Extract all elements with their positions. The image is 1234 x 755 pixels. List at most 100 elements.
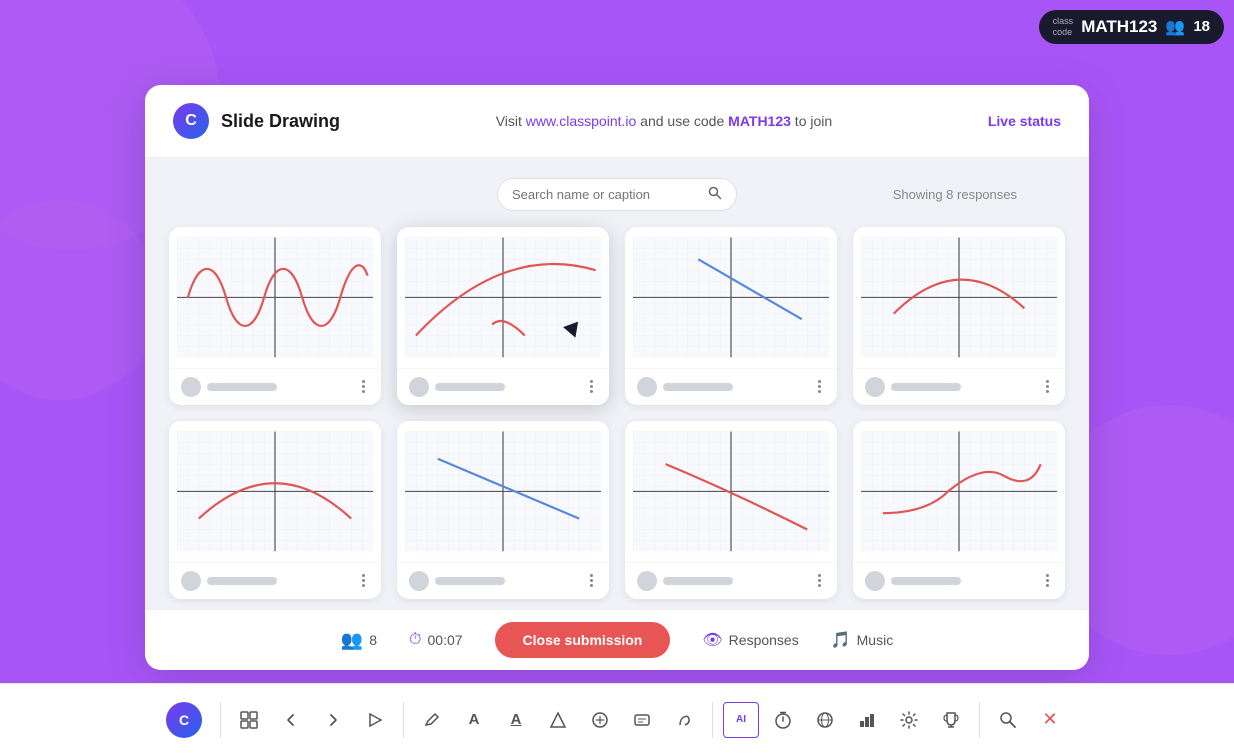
responses-button[interactable]: 👁 Responses: [702, 630, 798, 650]
main-container: C Slide Drawing Visit www.classpoint.io …: [145, 85, 1089, 670]
toolbar-play-icon[interactable]: [357, 702, 393, 738]
avatar-6: [409, 571, 429, 591]
toolbar-divider-3: [712, 702, 713, 738]
card-graph-2: [397, 227, 609, 368]
card-graph-3: [625, 227, 837, 368]
avatar-5: [181, 571, 201, 591]
class-code-bar: classcode MATH123 👥 18: [1039, 10, 1224, 44]
classpoint-url[interactable]: www.classpoint.io: [526, 113, 637, 129]
toolbar-close-icon[interactable]: ✕: [1032, 702, 1068, 738]
avatar-3: [637, 377, 657, 397]
class-code-label: classcode: [1053, 16, 1074, 38]
participant-count-topbar: 18: [1193, 18, 1210, 35]
card-info-8: [865, 571, 961, 591]
toolbar-back-icon[interactable]: [273, 702, 309, 738]
response-card-6[interactable]: [397, 421, 609, 599]
card-graph-1: [169, 227, 381, 368]
toolbar-settings-icon[interactable]: [891, 702, 927, 738]
toolbar-shape-icon[interactable]: [540, 702, 576, 738]
music-button[interactable]: 🎵 Music: [831, 630, 893, 650]
toolbar-forward-icon[interactable]: [315, 702, 351, 738]
toolbar-text-underline-icon[interactable]: A: [498, 702, 534, 738]
toolbar-grid-icon[interactable]: [231, 702, 267, 738]
use-code-text: and use code: [636, 113, 728, 129]
response-card-7[interactable]: [625, 421, 837, 599]
card-info-5: [181, 571, 277, 591]
toolbar-chart-icon[interactable]: [849, 702, 885, 738]
toolbar-timer-icon[interactable]: [765, 702, 801, 738]
card-graph-8: [853, 421, 1065, 562]
toolbar-divider-1: [220, 702, 221, 738]
header: C Slide Drawing Visit www.classpoint.io …: [145, 85, 1089, 158]
visit-text: Visit: [496, 113, 526, 129]
toolbar-gesture-icon[interactable]: [666, 702, 702, 738]
toolbar-ai-icon[interactable]: AI: [723, 702, 759, 738]
name-placeholder-3: [663, 383, 733, 391]
toolbar-pen-icon[interactable]: [414, 702, 450, 738]
toolbar-logo[interactable]: C: [166, 702, 202, 738]
name-placeholder-1: [207, 383, 277, 391]
participants-icon: 👥: [341, 630, 363, 651]
toolbar-text2-icon[interactable]: [624, 702, 660, 738]
toolbar-trophy-icon[interactable]: [933, 702, 969, 738]
more-button-5[interactable]: [358, 572, 369, 589]
avatar-4: [865, 377, 885, 397]
card-info-4: [865, 377, 961, 397]
more-button-3[interactable]: [814, 378, 825, 395]
toolbar-divider-2: [403, 702, 404, 738]
avatar-1: [181, 377, 201, 397]
timer-icon: ⏱: [409, 631, 421, 649]
action-bar: 👥 8 ⏱ 00:07 Close submission 👁 Responses…: [145, 609, 1089, 670]
avatar-8: [865, 571, 885, 591]
response-card-1[interactable]: [169, 227, 381, 405]
name-placeholder-2: [435, 383, 505, 391]
responses-icon: 👁: [702, 630, 722, 650]
app-title: Slide Drawing: [221, 111, 340, 132]
toolbar-search-icon[interactable]: [990, 702, 1026, 738]
response-card-8[interactable]: [853, 421, 1065, 599]
more-button-8[interactable]: [1042, 572, 1053, 589]
bottom-toolbar: C A A AI: [0, 683, 1234, 755]
card-info-6: [409, 571, 505, 591]
card-info-1: [181, 377, 277, 397]
search-box[interactable]: [497, 178, 737, 211]
more-button-2[interactable]: [586, 378, 597, 395]
more-button-7[interactable]: [814, 572, 825, 589]
live-status-button[interactable]: Live status: [988, 113, 1061, 129]
card-footer-2: [397, 368, 609, 405]
name-placeholder-5: [207, 577, 277, 585]
card-info-7: [637, 571, 733, 591]
card-footer-4: [853, 368, 1065, 405]
responses-label: Responses: [729, 632, 799, 648]
app-logo: C: [173, 103, 209, 139]
card-graph-4: [853, 227, 1065, 368]
card-graph-6: [397, 421, 609, 562]
timer-display: ⏱ 00:07: [409, 631, 463, 649]
toolbar-text-icon[interactable]: A: [456, 702, 492, 738]
class-code-value: MATH123: [1081, 17, 1157, 37]
search-button[interactable]: [708, 186, 722, 203]
participants-display: 👥 8: [341, 630, 377, 651]
response-grid: [169, 227, 1065, 599]
response-card-3[interactable]: [625, 227, 837, 405]
showing-count: Showing 8 responses: [893, 187, 1017, 202]
response-card-2[interactable]: [397, 227, 609, 405]
close-submission-button[interactable]: Close submission: [495, 622, 671, 658]
search-input[interactable]: [512, 187, 700, 202]
response-card-5[interactable]: [169, 421, 381, 599]
card-footer-6: [397, 562, 609, 599]
response-card-4[interactable]: [853, 227, 1065, 405]
content-area: Showing 8 responses: [145, 158, 1089, 609]
toolbar-globe-icon[interactable]: [807, 702, 843, 738]
name-placeholder-6: [435, 577, 505, 585]
more-button-1[interactable]: [358, 378, 369, 395]
music-label: Music: [857, 632, 894, 648]
more-button-6[interactable]: [586, 572, 597, 589]
more-button-4[interactable]: [1042, 378, 1053, 395]
card-graph-5: [169, 421, 381, 562]
toolbar-circle-icon[interactable]: [582, 702, 618, 738]
toolbar-icons: C A A AI: [158, 702, 1076, 738]
music-icon: 🎵: [831, 630, 851, 650]
toolbar-divider-4: [979, 702, 980, 738]
people-icon: 👥: [1165, 17, 1185, 37]
